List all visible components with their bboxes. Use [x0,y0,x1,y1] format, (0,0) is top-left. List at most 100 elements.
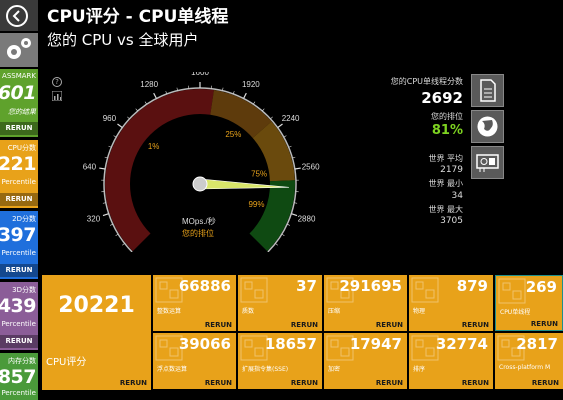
gauge-percentile-label: 99% [248,200,264,209]
subscore-value: 17947 [349,335,402,353]
subscore-tile[interactable]: 18657 扩展指令集(SSE) RERUN [238,333,322,389]
subscore-tile[interactable]: 39066 浮点数运算 RERUN [153,333,236,389]
twod-label: 2D分数 [12,215,36,223]
subscore-tile[interactable]: 879 物理 RERUN [409,275,493,331]
document-button[interactable] [471,74,504,107]
subscore-value: 269 [525,278,557,296]
gauge-tick-label: 960 [103,114,117,123]
subscore-label: 质数 [242,308,255,315]
gauge-tick [117,123,123,129]
subscore-value: 291695 [339,277,402,295]
subscore-tile[interactable]: 291695 压缩 RERUN [324,275,407,331]
subscore-tile[interactable]: 2817 Cross-platform M RERUN [495,333,563,389]
gauge-tick [253,101,256,105]
gauge-tick [102,213,109,217]
subscore-rerun-button[interactable]: RERUN [409,377,493,389]
gauge-tick-label: 1920 [242,80,260,89]
subscore-rerun-button[interactable]: RERUN [238,319,322,331]
subscore-tile[interactable]: 269 CPU单线程 RERUN [495,275,563,331]
subscore-rerun-button[interactable]: RERUN [238,377,322,389]
sidebar-cpu-tile[interactable]: CPU分数 221 Percentile RERUN [0,140,38,208]
gauge-tick [135,108,138,112]
cpu-rerun-button[interactable]: RERUN [0,193,38,206]
passmark-rerun-button[interactable]: RERUN [0,122,38,135]
subscore-label: 浮点数运算 [157,366,188,373]
speed-gauge: 03206409601280160019202240256028803200 1… [83,72,320,252]
subscore-value: 37 [296,277,317,295]
gauge-tick-label: 1600 [191,72,209,77]
sidebar-memory-tile[interactable]: 内存分数 857 Percentile [0,353,38,400]
chart-icon[interactable] [52,91,62,101]
gauge-tick-label: 2240 [282,114,300,123]
subscore-label: 扩展指令集(SSE) [242,366,289,373]
page-subtitle: 您的 CPU vs 全球用户 [47,31,199,49]
cpu-score-value: 20221 [58,293,135,318]
world-avg-value: 2179 [440,165,463,175]
sidebar-2d-tile[interactable]: 2D分数 397 Percentile RERUN [0,211,38,279]
subscore-value: 18657 [264,335,317,353]
globe-button[interactable] [471,110,504,143]
rank-label: 您的排位 [431,112,463,121]
twod-value: 397 [0,224,37,246]
subscore-rerun-button[interactable]: RERUN [409,319,493,331]
sidebar-back-tile[interactable] [0,0,38,31]
threed-value: 439 [0,295,37,317]
tile-pattern-icon [240,277,268,303]
gauge-tick [99,167,106,170]
subscore-tile[interactable]: 32774 排序 RERUN [409,333,493,389]
sidebar-settings-tile[interactable] [0,33,38,67]
gauge-tick [122,243,125,246]
cpu-score-rerun-button[interactable]: RERUN [42,376,151,390]
gauge-tick [275,243,278,246]
hardware-button[interactable] [471,146,504,179]
tile-pattern-icon [240,335,268,361]
back-arrow-icon [6,5,28,27]
gauge-tick [153,92,157,99]
hardware-card-icon [476,154,499,172]
world-max-value: 3705 [440,216,463,226]
cpu-score-tile[interactable]: 20221 CPU评分 RERUN [42,275,151,390]
gauge-tick-label: 640 [83,162,97,171]
subscore-rerun-button[interactable]: RERUN [324,377,407,389]
subscore-label: 排序 [413,366,426,373]
subscore-tile[interactable]: 66886 整数运算 RERUN [153,275,236,331]
subscore-tile[interactable]: 37 质数 RERUN [238,275,322,331]
twod-sub: Percentile [1,249,36,257]
sidebar-passmark-tile[interactable]: ASSMARK 601 您的结果 RERUN [0,69,38,137]
subscore-rerun-button[interactable]: RERUN [153,319,236,331]
subscore-label: CPU单线程 [500,309,531,316]
cpu-label: CPU分数 [7,144,36,152]
gauge-band [104,89,214,252]
threed-sub: Percentile [1,320,36,328]
tile-pattern-icon [411,277,439,303]
subscore-tile[interactable]: 17947 加密 RERUN [324,333,407,389]
gauge-tick [127,116,130,120]
help-icon[interactable]: ? [52,77,62,87]
passmark-label: ASSMARK [2,72,36,80]
gauge-rank-label: 您的排位 [182,228,214,238]
tile-pattern-icon [411,335,439,361]
subscore-label: Cross-platform M [499,364,551,371]
world-min-value: 34 [451,191,463,201]
score-value: 2692 [421,89,463,107]
subscore-rerun-button[interactable]: RERUN [153,377,236,389]
gauge-tick [270,116,273,120]
passmark-sub: 您的结果 [8,108,36,116]
gauge-tick [294,167,301,170]
subscore-rerun-button[interactable]: RERUN [496,318,562,330]
subscore-rerun-button[interactable]: RERUN [495,377,563,389]
twod-rerun-button[interactable]: RERUN [0,264,38,277]
subscore-label: 物理 [413,308,426,315]
threed-label: 3D分数 [12,286,36,294]
subscore-label: 加密 [328,366,341,373]
subscore-value: 66886 [178,277,231,295]
subscore-rerun-button[interactable]: RERUN [324,319,407,331]
subscore-label: 压缩 [328,308,341,315]
mem-sub: Percentile [1,389,36,397]
tile-pattern-icon [498,278,526,304]
cpu-value: 221 [0,153,37,175]
sidebar-3d-tile[interactable]: 3D分数 439 Percentile RERUN [0,282,38,350]
rank-value: 81% [431,123,463,138]
gauge-tick-label: 320 [87,215,101,224]
threed-rerun-button[interactable]: RERUN [0,335,38,348]
